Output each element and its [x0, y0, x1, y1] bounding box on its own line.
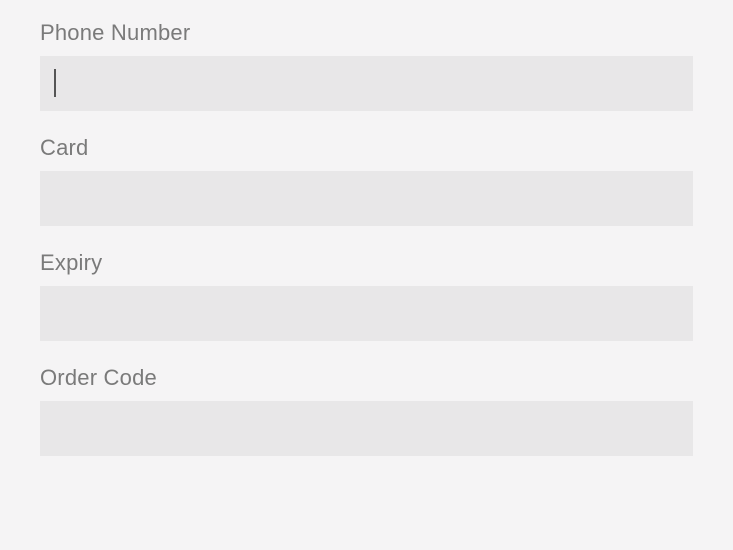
- card-input[interactable]: [40, 171, 693, 226]
- expiry-input[interactable]: [40, 286, 693, 341]
- card-field-group: Card: [40, 135, 693, 226]
- order-code-field-group: Order Code: [40, 365, 693, 456]
- card-label: Card: [40, 135, 693, 161]
- phone-field-group: Phone Number: [40, 20, 693, 111]
- order-code-input[interactable]: [40, 401, 693, 456]
- phone-label: Phone Number: [40, 20, 693, 46]
- phone-input-wrapper: [40, 56, 693, 111]
- expiry-label: Expiry: [40, 250, 693, 276]
- expiry-field-group: Expiry: [40, 250, 693, 341]
- phone-input[interactable]: [40, 56, 693, 111]
- order-code-label: Order Code: [40, 365, 693, 391]
